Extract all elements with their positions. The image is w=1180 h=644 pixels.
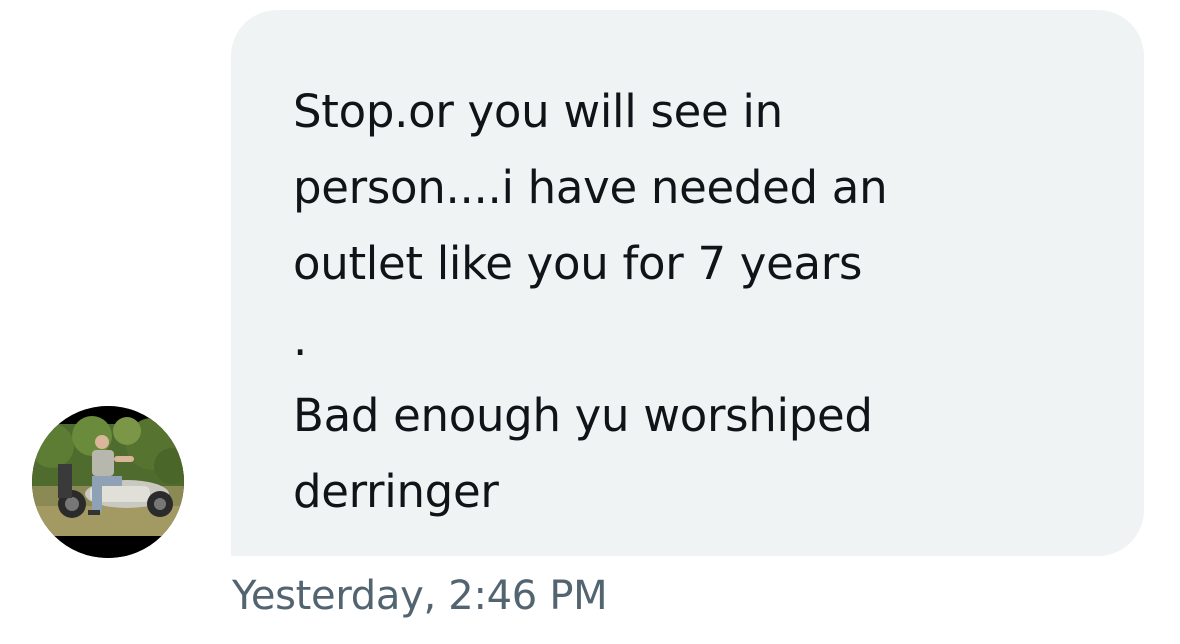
message-text: Stop.or you will see in person....i have… (293, 85, 888, 518)
message-timestamp: Yesterday, 2:46 PM (232, 573, 608, 619)
dm-conversation: Stop.or you will see in person....i have… (0, 0, 1180, 644)
sender-avatar[interactable] (32, 406, 184, 558)
avatar-photo-icon (32, 406, 184, 558)
message-bubble[interactable]: Stop.or you will see in person....i have… (231, 10, 1144, 556)
